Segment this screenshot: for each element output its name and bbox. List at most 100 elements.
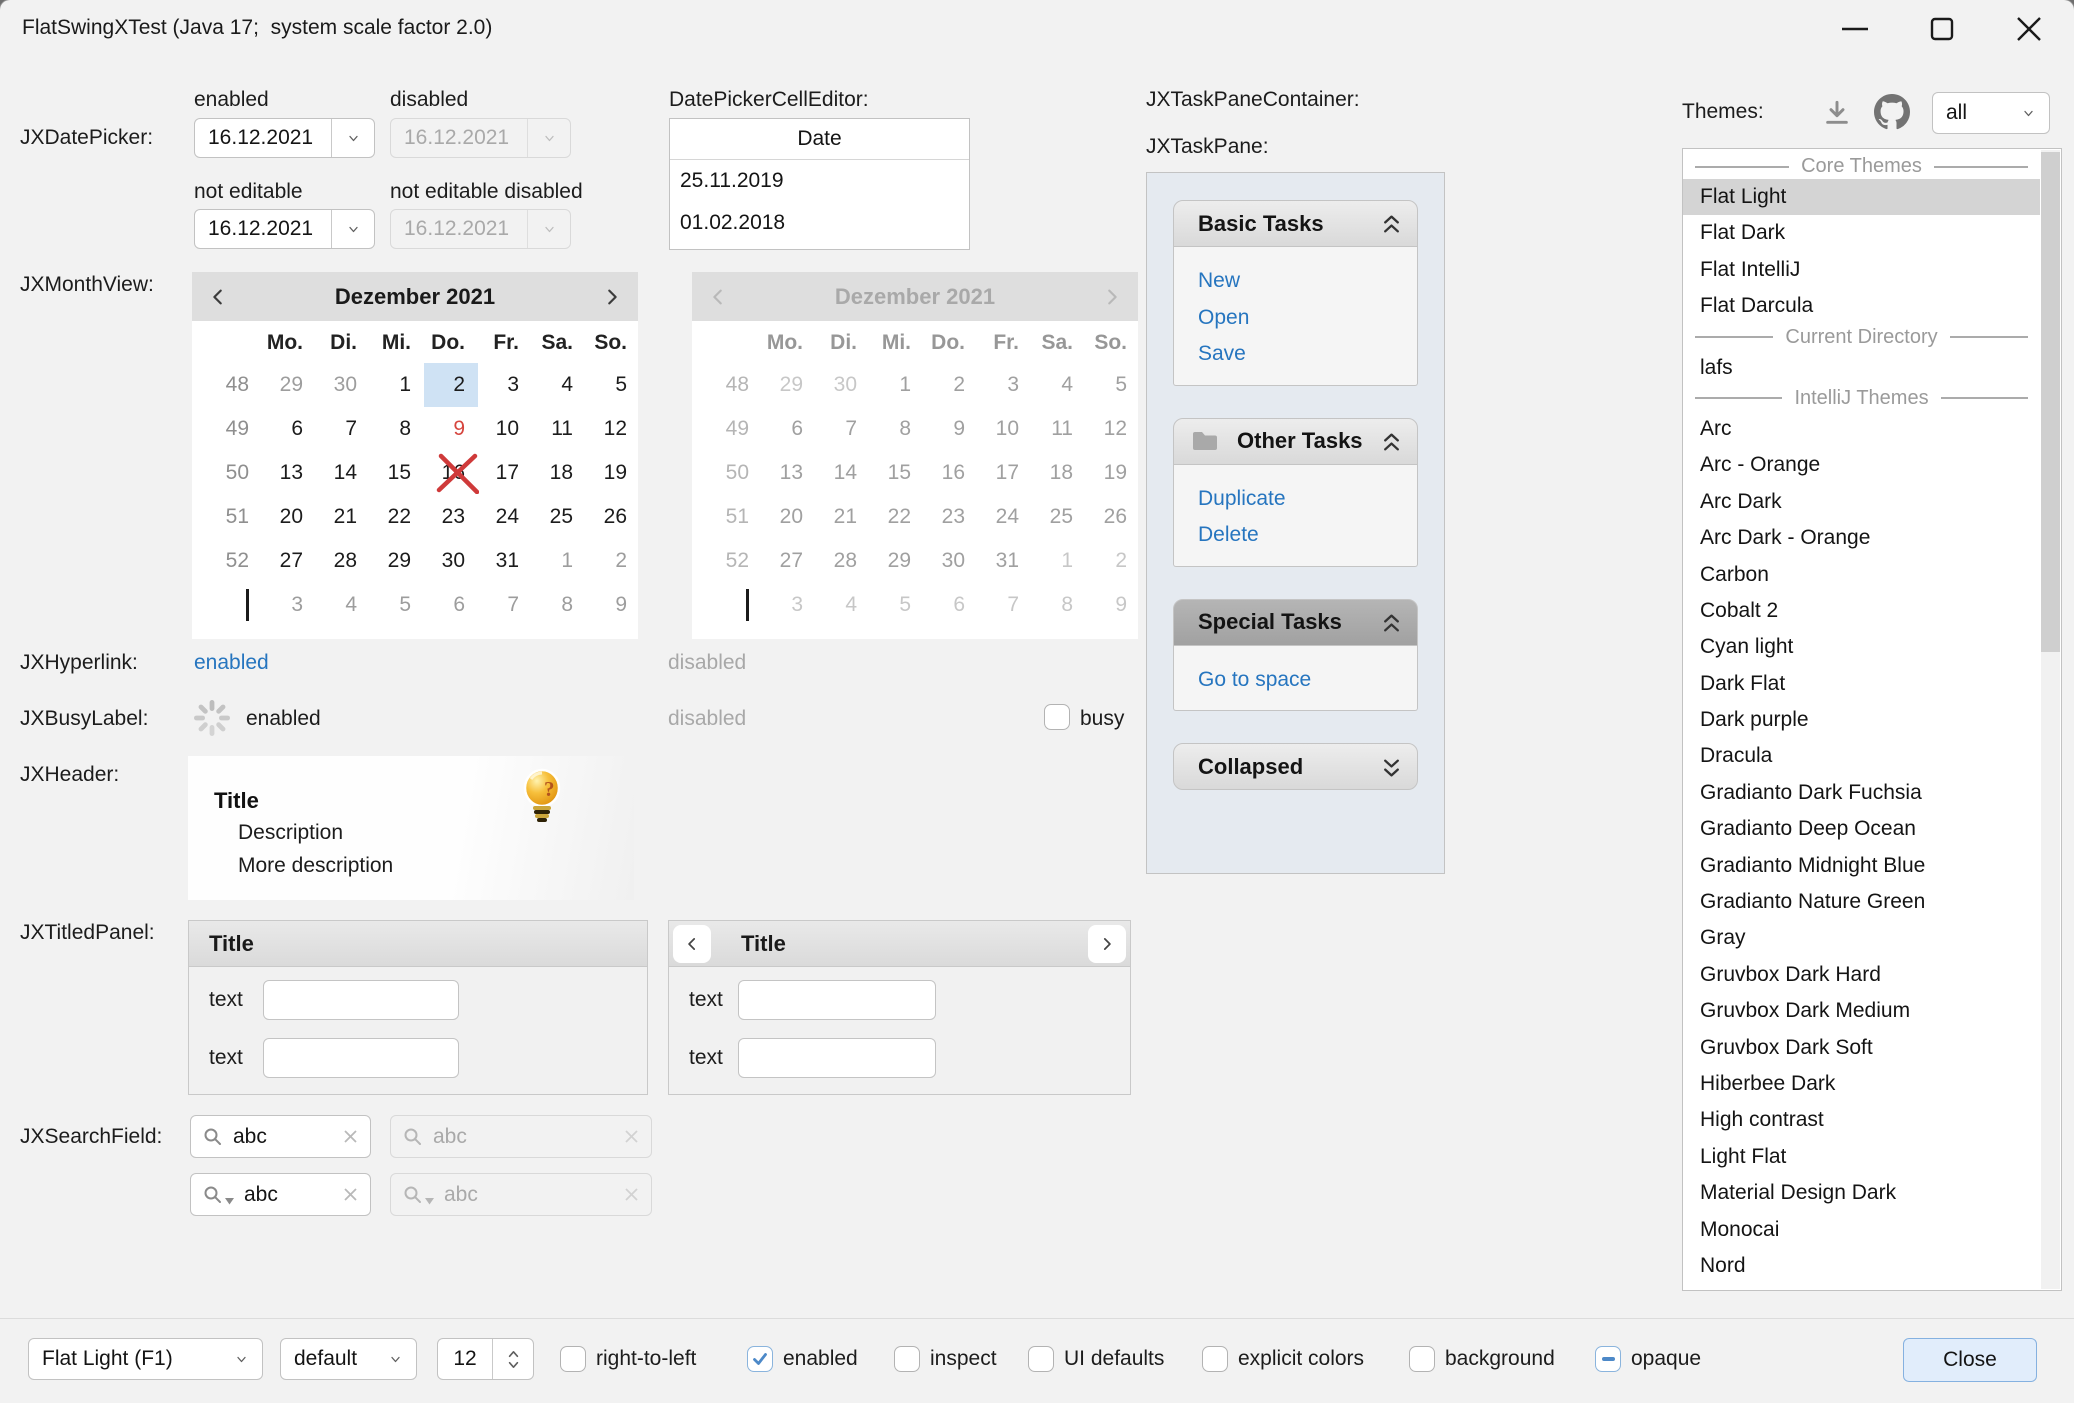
taskpane-header[interactable]: Other Tasks: [1173, 418, 1418, 465]
checkbox-label-background[interactable]: background: [1445, 1347, 1555, 1371]
theme-item[interactable]: Dracula: [1683, 738, 2040, 774]
search-field-dropdown-enabled[interactable]: abc: [190, 1173, 371, 1216]
theme-list[interactable]: Core ThemesFlat LightFlat DarkFlat Intel…: [1682, 148, 2062, 1291]
close-window-button[interactable]: [2006, 6, 2052, 52]
theme-item[interactable]: Dark Flat: [1683, 666, 2040, 702]
day-cell[interactable]: 30: [316, 363, 370, 407]
maximize-button[interactable]: [1919, 6, 1965, 52]
theme-item[interactable]: Arc Dark - Orange: [1683, 520, 2040, 556]
day-cell[interactable]: 13: [262, 451, 316, 495]
date-table[interactable]: Date 25.11.2019 01.02.2018: [669, 118, 970, 250]
day-cell[interactable]: 28: [316, 539, 370, 583]
theme-item[interactable]: Arc Dark: [1683, 484, 2040, 520]
chevron-double-up-icon[interactable]: [1380, 612, 1403, 640]
task-link[interactable]: Save: [1198, 336, 1417, 373]
theme-item[interactable]: Gray: [1683, 920, 2040, 956]
theme-item[interactable]: Arc: [1683, 411, 2040, 447]
table-column-header[interactable]: Date: [670, 119, 969, 160]
day-cell[interactable]: 30: [424, 539, 478, 583]
table-row[interactable]: 01.02.2018: [670, 202, 969, 244]
day-cell[interactable]: 22: [370, 495, 424, 539]
checkbox-explicit-colors[interactable]: [1202, 1346, 1228, 1372]
checkbox-opaque[interactable]: [1595, 1346, 1621, 1372]
day-cell[interactable]: 29: [370, 539, 424, 583]
day-cell[interactable]: 5: [370, 583, 424, 627]
theme-item[interactable]: Flat IntelliJ: [1683, 252, 2040, 288]
theme-item[interactable]: Flat Dark: [1683, 215, 2040, 251]
monthview-enabled[interactable]: Dezember 2021Mo.Di.Mi.Do.Fr.Sa.So.482930…: [192, 272, 638, 639]
day-cell[interactable]: 9: [424, 407, 478, 451]
day-cell[interactable]: 8: [532, 583, 586, 627]
search-field-enabled[interactable]: abc: [190, 1115, 371, 1158]
day-cell[interactable]: 31: [478, 539, 532, 583]
theme-item[interactable]: lafs: [1683, 350, 2040, 386]
task-link[interactable]: New: [1198, 263, 1417, 300]
checkbox-enabled[interactable]: [747, 1346, 773, 1372]
checkbox-label-opaque[interactable]: opaque: [1631, 1347, 1701, 1371]
day-cell[interactable]: 4: [532, 363, 586, 407]
theme-item[interactable]: Arc - Orange: [1683, 447, 2040, 483]
day-cell[interactable]: 8: [370, 407, 424, 451]
theme-item[interactable]: Gruvbox Dark Soft: [1683, 1030, 2040, 1066]
chevron-down-icon[interactable]: [331, 210, 374, 248]
theme-item[interactable]: Gruvbox Dark Medium: [1683, 993, 2040, 1029]
taskpane-header[interactable]: Special Tasks: [1173, 599, 1418, 646]
day-cell[interactable]: 1: [532, 539, 586, 583]
theme-item[interactable]: Cyan light: [1683, 629, 2040, 665]
text-field[interactable]: [263, 980, 459, 1020]
hyperlink-enabled[interactable]: enabled: [194, 651, 269, 675]
clear-icon[interactable]: [343, 1187, 358, 1202]
day-cell[interactable]: 15: [370, 451, 424, 495]
chevron-double-up-icon[interactable]: [1380, 431, 1403, 459]
prev-button[interactable]: [673, 925, 711, 963]
search-value[interactable]: abc: [233, 1125, 333, 1149]
text-field[interactable]: [738, 980, 936, 1020]
table-row[interactable]: 25.11.2019: [670, 160, 969, 202]
checkbox-ui-defaults[interactable]: [1028, 1346, 1054, 1372]
day-cell[interactable]: 9: [586, 583, 640, 627]
task-link[interactable]: Duplicate: [1198, 481, 1417, 518]
theme-item[interactable]: High contrast: [1683, 1102, 2040, 1138]
theme-item[interactable]: Gradianto Dark Fuchsia: [1683, 775, 2040, 811]
day-cell[interactable]: 27: [262, 539, 316, 583]
checkbox-right-to-left[interactable]: [560, 1346, 586, 1372]
font-size-spinner[interactable]: 12: [437, 1338, 534, 1380]
day-cell[interactable]: 21: [316, 495, 370, 539]
task-link[interactable]: Delete: [1198, 517, 1417, 554]
github-icon[interactable]: [1872, 92, 1912, 132]
checkbox-busy[interactable]: [1044, 704, 1070, 730]
task-link[interactable]: Open: [1198, 300, 1417, 337]
minimize-button[interactable]: [1832, 6, 1878, 52]
day-cell[interactable]: 5: [586, 363, 640, 407]
theme-filter-combo[interactable]: all: [1932, 92, 2050, 134]
day-cell[interactable]: 4: [316, 583, 370, 627]
day-cell[interactable]: 2: [586, 539, 640, 583]
taskpane-header[interactable]: Basic Tasks: [1173, 200, 1418, 247]
theme-item[interactable]: Cobalt 2: [1683, 593, 2040, 629]
day-cell[interactable]: 25: [532, 495, 586, 539]
day-cell[interactable]: 10: [478, 407, 532, 451]
text-field[interactable]: [738, 1038, 936, 1078]
laf-combo[interactable]: Flat Light (F1): [28, 1338, 263, 1380]
theme-item[interactable]: Gruvbox Dark Hard: [1683, 957, 2040, 993]
day-cell[interactable]: 17: [478, 451, 532, 495]
theme-item[interactable]: Flat Light: [1683, 179, 2040, 215]
chevron-down-icon[interactable]: [331, 119, 374, 157]
scrollbar-thumb[interactable]: [2041, 152, 2060, 652]
checkbox-label-inspect[interactable]: inspect: [930, 1347, 997, 1371]
datepicker-enabled[interactable]: 16.12.2021: [194, 118, 375, 158]
day-cell[interactable]: 3: [262, 583, 316, 627]
day-cell[interactable]: 14: [316, 451, 370, 495]
theme-item[interactable]: Dark purple: [1683, 702, 2040, 738]
calendar-next-icon[interactable]: [602, 287, 622, 307]
close-button[interactable]: Close: [1903, 1338, 2037, 1382]
datepicker-not-editable[interactable]: 16.12.2021: [194, 209, 375, 249]
theme-item[interactable]: Material Design Dark: [1683, 1175, 2040, 1211]
next-button[interactable]: [1088, 925, 1126, 963]
scrollbar[interactable]: [2041, 150, 2060, 1289]
day-cell[interactable]: 3: [478, 363, 532, 407]
day-cell[interactable]: 12: [586, 407, 640, 451]
day-cell[interactable]: 6: [424, 583, 478, 627]
checkbox-background[interactable]: [1409, 1346, 1435, 1372]
checkbox-label-enabled[interactable]: enabled: [783, 1347, 858, 1371]
